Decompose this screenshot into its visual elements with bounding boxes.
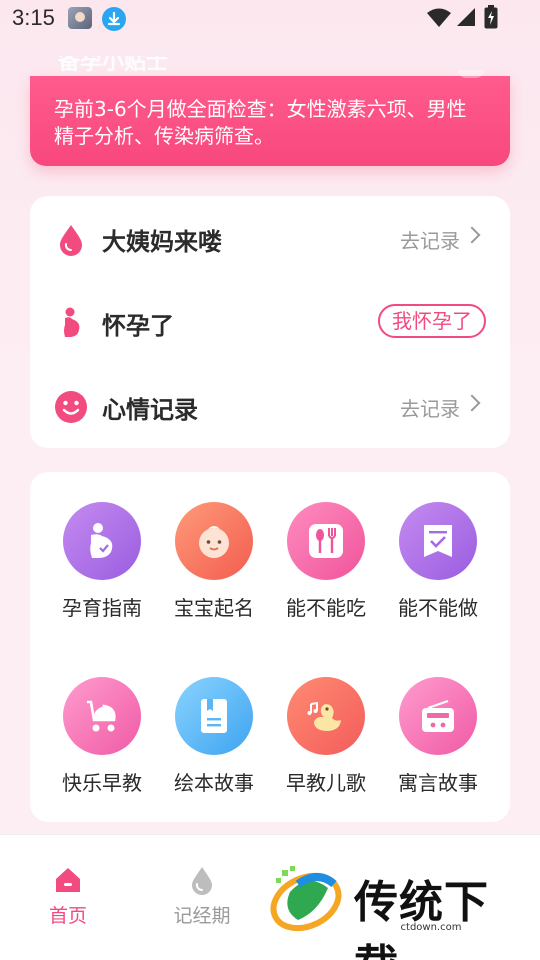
record-label-mood: 心情记录 <box>102 396 198 424</box>
download-icon <box>102 7 126 31</box>
banner-text: 孕前3-6个月做全面检查：女性激素六项、男性精子分析、传染病筛查。 <box>54 97 467 148</box>
banner-title: 备孕小贴士 <box>58 56 169 75</box>
tools-card: 孕育指南 宝宝起名 能不能吃 能不能做 快乐早教 绘本故事 早教儿歌 寓言故事 <box>30 472 510 822</box>
tool-label: 孕育指南 <box>62 596 142 620</box>
battery-charging-icon <box>484 5 498 29</box>
tool-nursery-songs[interactable]: 早教儿歌 <box>270 677 382 807</box>
tip-banner[interactable]: 孕前3-6个月做全面检查：女性激素六项、男性精子分析、传染病筛查。 <box>30 76 510 166</box>
tool-label: 快乐早教 <box>62 771 142 795</box>
record-row-period[interactable]: 大姨妈来喽 去记录 <box>30 208 510 268</box>
signal-icon <box>457 8 475 26</box>
i-am-pregnant-button[interactable]: 我怀孕了 <box>378 304 486 338</box>
checklist-icon <box>424 525 452 557</box>
smile-icon <box>55 391 87 423</box>
tool-baby-name[interactable]: 宝宝起名 <box>158 502 270 632</box>
tool-label: 早教儿歌 <box>286 771 366 795</box>
baby-face-icon <box>199 526 229 558</box>
nav-home[interactable]: 首页 <box>28 865 108 928</box>
tool-label: 寓言故事 <box>398 771 478 795</box>
fork-spoon-icon <box>309 524 343 558</box>
tool-can-do[interactable]: 能不能做 <box>382 502 494 632</box>
tool-label: 能不能吃 <box>286 596 366 620</box>
watermark-url: ctdown.com <box>354 922 508 933</box>
home-icon <box>56 868 80 892</box>
radio-icon <box>422 699 454 732</box>
chevron-right-icon <box>463 394 481 412</box>
drop-outline-icon <box>192 867 212 895</box>
tool-pregnancy-guide[interactable]: 孕育指南 <box>46 502 158 632</box>
duck-music-icon <box>307 701 341 731</box>
record-row-pregnant[interactable]: 怀孕了 我怀孕了 <box>30 292 510 352</box>
stroller-icon <box>87 700 116 732</box>
tool-label: 绘本故事 <box>174 771 254 795</box>
drop-icon <box>60 225 82 256</box>
pregnancy-guide-icon <box>90 523 113 558</box>
tool-label: 能不能做 <box>398 596 478 620</box>
tool-early-education[interactable]: 快乐早教 <box>46 677 158 807</box>
wifi-icon <box>427 8 451 27</box>
record-row-mood[interactable]: 心情记录 去记录 <box>30 376 510 436</box>
record-action-period[interactable]: 去记录 <box>400 225 460 254</box>
watermark-text: 传统下载 <box>354 877 489 960</box>
notification-avatar-icon <box>68 7 92 29</box>
tool-picture-book[interactable]: 绘本故事 <box>158 677 270 807</box>
watermark: 传统下载 ctdown.com <box>268 862 518 960</box>
tool-fables[interactable]: 寓言故事 <box>382 677 494 807</box>
nav-record-label: 记经期 <box>173 905 231 927</box>
chevron-right-icon <box>463 226 481 244</box>
banner-decoration <box>458 70 484 78</box>
watermark-logo-icon <box>270 866 342 932</box>
book-icon <box>201 699 227 733</box>
record-action-mood[interactable]: 去记录 <box>400 393 460 422</box>
status-time: 3:15 <box>12 5 55 30</box>
pregnant-icon <box>64 307 80 337</box>
tool-label: 宝宝起名 <box>174 596 254 620</box>
tool-can-eat[interactable]: 能不能吃 <box>270 502 382 632</box>
record-label-pregnant: 怀孕了 <box>102 312 174 340</box>
nav-period-record[interactable]: 记经期 <box>162 865 242 928</box>
nav-home-label: 首页 <box>48 905 87 927</box>
status-bar: 3:15 <box>0 0 540 38</box>
record-card: 大姨妈来喽 去记录 怀孕了 我怀孕了 心情记录 去记录 <box>30 196 510 448</box>
record-label-period: 大姨妈来喽 <box>102 228 222 256</box>
